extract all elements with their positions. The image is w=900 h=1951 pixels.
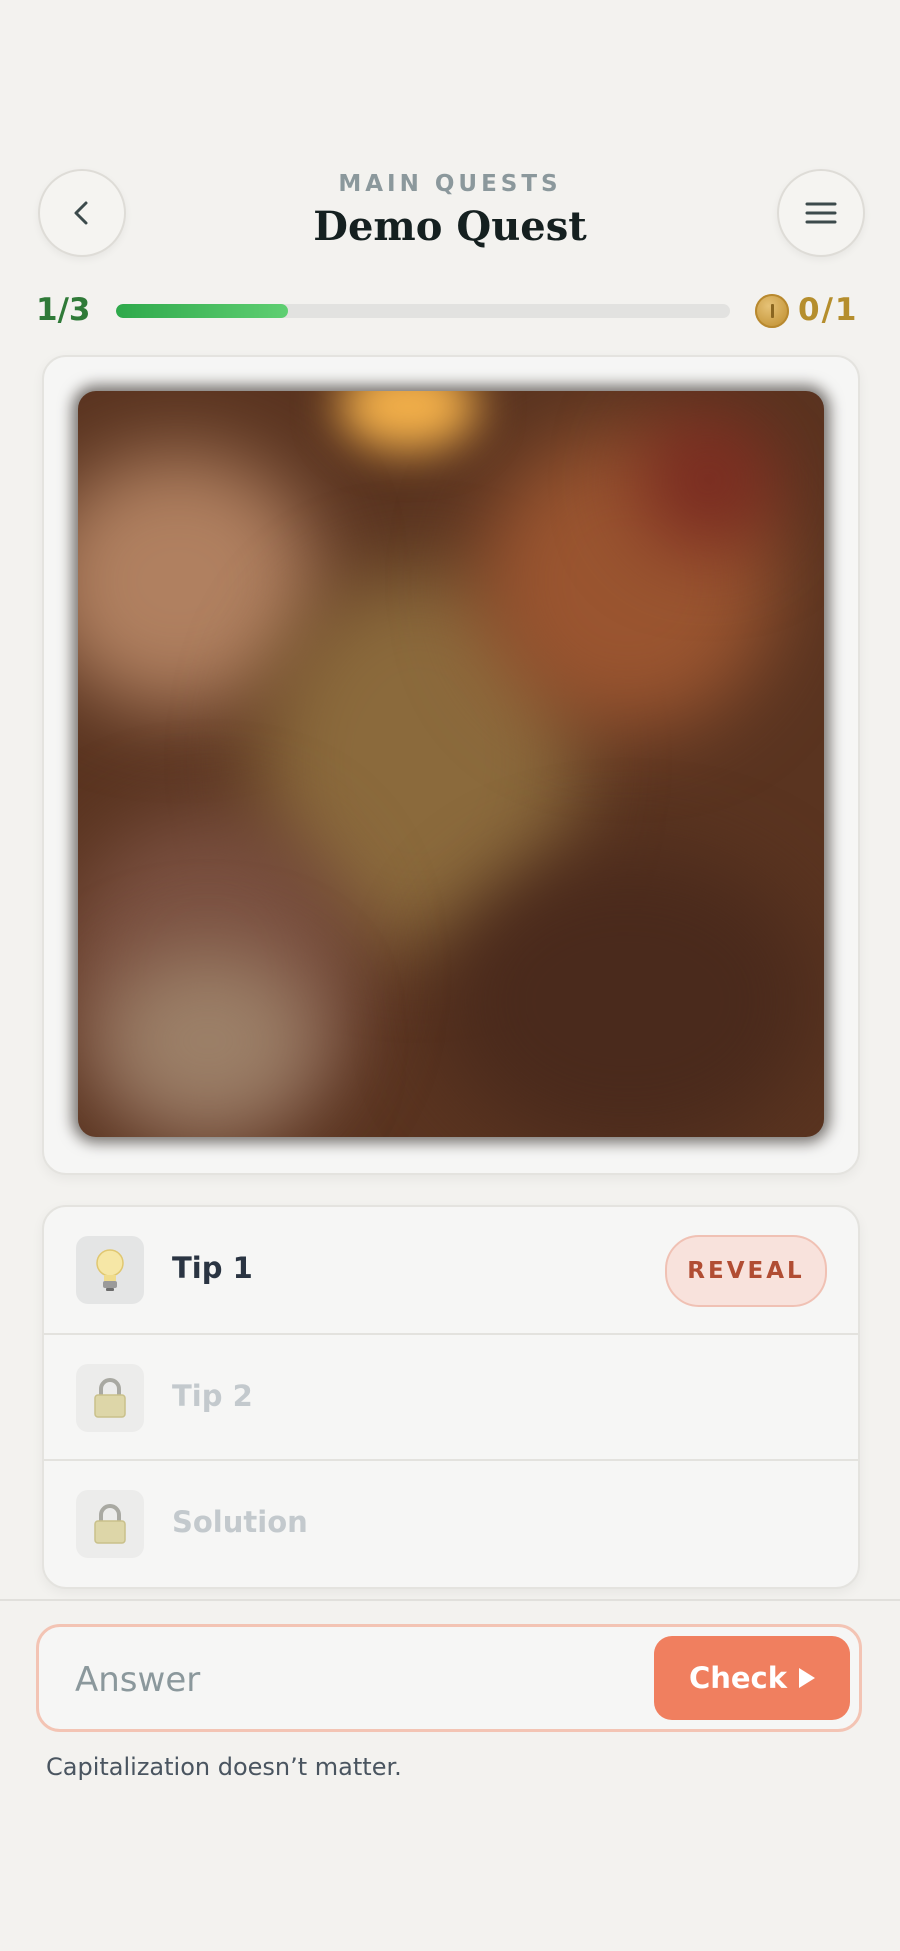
lightbulb-icon [76,1236,144,1304]
lock-icon [76,1490,144,1558]
progress-bar [116,304,730,318]
answer-hint: Capitalization doesn’t matter. [46,1753,402,1781]
tip-row-tip-1: Tip 1 REVEAL [44,1207,858,1333]
tip-label: Tip 1 [172,1251,253,1285]
progress-count: 1/3 [36,292,91,328]
progress-row: 1/3 0/1 [0,292,900,328]
divider [0,1599,900,1601]
play-arrow-icon [799,1668,816,1688]
menu-button[interactable] [777,169,865,257]
quest-image [78,391,824,1137]
answer-form: Check [36,1624,862,1732]
progress-fill [116,304,288,318]
check-button-label: Check [688,1661,788,1695]
coins-count: 0/1 [798,292,859,328]
tip-row-solution: Solution [44,1459,858,1587]
answer-input[interactable] [73,1649,637,1711]
check-button[interactable]: Check [654,1636,850,1720]
quest-category: MAIN QUESTS [338,171,562,197]
tips-list: Tip 1 REVEAL Tip 2 Solution [42,1205,860,1589]
lock-icon [76,1364,144,1432]
coin-icon [755,294,789,328]
reveal-button[interactable]: REVEAL [665,1235,827,1307]
tip-label: Tip 2 [172,1379,253,1413]
quest-image-card [42,355,860,1175]
page-title: Demo Quest [313,203,587,250]
tip-label: Solution [172,1505,308,1539]
tip-row-tip-2: Tip 2 [44,1333,858,1461]
hamburger-menu-icon [804,200,838,226]
